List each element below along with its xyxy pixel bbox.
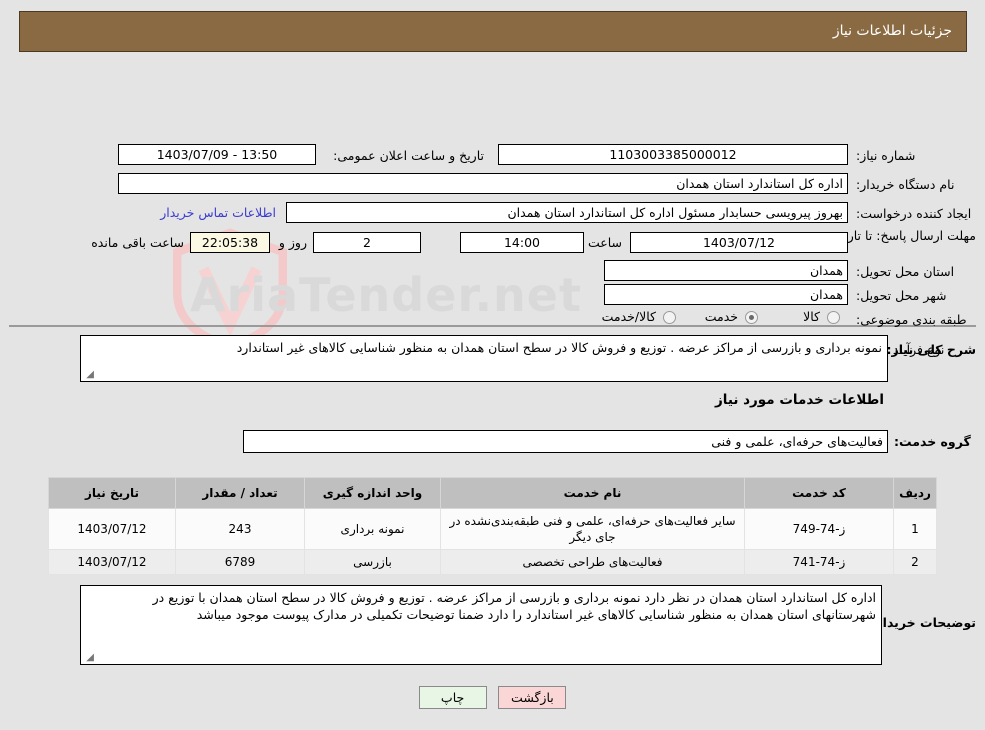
radio-category-goods-label: کالا [803, 309, 820, 324]
delivery-city-value: همدان [604, 284, 848, 305]
radio-category-service-label: خدمت [704, 309, 738, 324]
delivery-city-label: شهر محل تحویل: [856, 288, 947, 303]
table-row: 1 ز-74-749 سایر فعالیت‌های حرفه‌ای، علمی… [48, 508, 937, 550]
buyer-notes-label: توضیحات خریدار: [870, 615, 976, 630]
cell-index: 1 [893, 508, 937, 550]
buyer-org-value: اداره کل استاندارد استان همدان [118, 173, 848, 194]
cell-date: 1403/07/12 [48, 549, 176, 575]
delivery-province-label: استان محل تحویل: [856, 264, 955, 279]
cell-quantity: 6789 [175, 549, 305, 575]
services-heading: اطلاعات خدمات مورد نیاز [714, 392, 884, 408]
col-index: ردیف [893, 477, 937, 509]
col-name: نام خدمت [440, 477, 745, 509]
page-title: جزئیات اطلاعات نیاز [832, 23, 952, 39]
buyer-notes-value[interactable]: اداره کل استاندارد استان همدان در نظر دا… [80, 585, 882, 665]
general-description-text: نمونه برداری و بازرسی از مراکز عرضه . تو… [236, 340, 882, 355]
radio-category-goods-service-label: کالا/خدمت [601, 309, 656, 324]
table-row: 2 ز-74-741 فعالیت‌های طراحی تخصصی بازرسی… [48, 549, 937, 575]
col-code: کد خدمت [744, 477, 894, 509]
deadline-label: مهلت ارسال پاسخ: تا تاریخ: [831, 228, 976, 243]
resize-grip-icon[interactable]: ◢ [84, 370, 94, 380]
col-unit: واحد اندازه گیری [304, 477, 441, 509]
need-info-panel: شماره نیاز: 1103003385000012 تاریخ و ساع… [9, 62, 976, 357]
buyer-org-label: نام دستگاه خریدار: [856, 177, 955, 192]
delivery-province-value: همدان [604, 260, 848, 281]
remaining-days-value: 2 [313, 232, 421, 253]
cell-name: فعالیت‌های طراحی تخصصی [440, 549, 745, 575]
countdown-unit-label: ساعت باقی مانده [91, 235, 184, 250]
radio-category-goods-service[interactable] [663, 311, 676, 324]
general-description-label: شرح کلی نیاز: [886, 342, 976, 357]
service-group-label: گروه خدمت: [894, 434, 971, 449]
cell-code: ز-74-749 [744, 508, 894, 550]
general-description-value[interactable]: نمونه برداری و بازرسی از مراکز عرضه . تو… [80, 335, 888, 382]
subject-category-label: طبقه بندی موضوعی: [856, 312, 967, 327]
announce-datetime-value: 13:50 - 1403/07/09 [118, 144, 316, 165]
announce-datetime-label: تاریخ و ساعت اعلان عمومی: [333, 148, 484, 163]
services-table: ردیف کد خدمت نام خدمت واحد اندازه گیری ت… [48, 477, 937, 575]
resize-grip-icon[interactable]: ◢ [84, 653, 94, 663]
print-button[interactable]: چاپ [418, 686, 487, 709]
countdown-timer: 22:05:38 [190, 232, 270, 253]
cell-name: سایر فعالیت‌های حرفه‌ای، علمی و فنی طبقه… [440, 508, 745, 550]
cell-quantity: 243 [175, 508, 305, 550]
deadline-date-value: 1403/07/12 [630, 232, 848, 253]
col-quantity: تعداد / مقدار [175, 477, 305, 509]
cell-date: 1403/07/12 [48, 508, 176, 550]
remaining-days-unit: روز و [278, 235, 307, 250]
request-creator-value: بهروز پیرویسی حسابدار مسئول اداره کل است… [286, 202, 848, 223]
need-number-label: شماره نیاز: [856, 148, 916, 163]
need-number-value: 1103003385000012 [498, 144, 848, 165]
cell-index: 2 [893, 549, 937, 575]
deadline-time-value: 14:00 [460, 232, 584, 253]
back-button[interactable]: بازگشت [498, 686, 567, 709]
service-group-value: فعالیت‌های حرفه‌ای، علمی و فنی [243, 430, 888, 453]
page-header: جزئیات اطلاعات نیاز [19, 11, 967, 52]
cell-code: ز-74-741 [744, 549, 894, 575]
buyer-notes-text: اداره کل استاندارد استان همدان در نظر دا… [152, 590, 876, 622]
hour-label: ساعت [587, 235, 622, 250]
request-creator-label: ایجاد کننده درخواست: [856, 206, 972, 221]
col-date: تاریخ نیاز [48, 477, 176, 509]
cell-unit: بازرسی [304, 549, 441, 575]
radio-category-service[interactable] [745, 311, 758, 324]
buyer-contact-link[interactable]: اطلاعات تماس خریدار [160, 202, 276, 223]
action-buttons-bar: بازگشت چاپ [0, 686, 985, 709]
table-header-row: ردیف کد خدمت نام خدمت واحد اندازه گیری ت… [48, 477, 937, 509]
radio-category-goods[interactable] [827, 311, 840, 324]
cell-unit: نمونه برداری [304, 508, 441, 550]
